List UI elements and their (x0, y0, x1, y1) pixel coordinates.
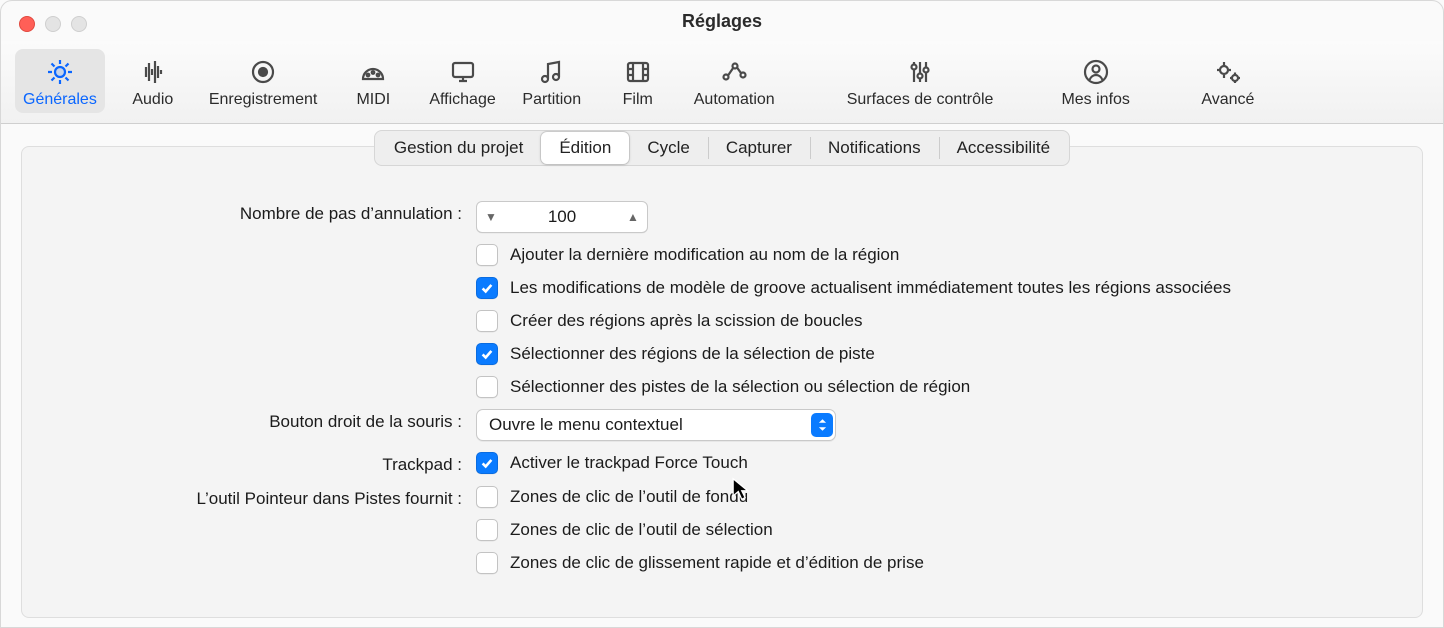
checkbox[interactable] (476, 519, 498, 541)
chk-select-regions[interactable]: Sélectionner des régions de la sélection… (476, 343, 1392, 365)
trackpad-label: Trackpad : (52, 452, 462, 475)
toolbar-item-label: Avancé (1201, 91, 1254, 109)
chk-label: Activer le trackpad Force Touch (510, 452, 748, 474)
toolbar-item-label: Mes infos (1061, 91, 1129, 109)
sliders-icon (903, 55, 937, 89)
toolbar-item-label: Générales (23, 91, 97, 109)
chk-label: Sélectionner des régions de la sélection… (510, 343, 875, 365)
chk-label: Les modifications de modèle de groove ac… (510, 277, 1231, 299)
gear-icon (43, 55, 77, 89)
right-mouse-value: Ouvre le menu contextuel (489, 415, 811, 435)
undo-steps-value: 100 (505, 207, 619, 227)
toolbar-item-surfaces[interactable]: Surfaces de contrôle (839, 49, 1002, 113)
chk-label: Ajouter la dernière modification au nom … (510, 244, 899, 266)
toolbar-item-label: Surfaces de contrôle (847, 91, 994, 109)
toolbar-item-midi[interactable]: MIDI (335, 49, 411, 113)
chk-label: Zones de clic de l’outil de sélection (510, 519, 773, 541)
prefs-toolbar: Générales Audio Enregistrement MIDI Affichag… (1, 41, 1443, 124)
notes-icon (535, 55, 569, 89)
toolbar-item-score[interactable]: Partition (514, 49, 590, 113)
tab-notif[interactable]: Notifications (810, 132, 939, 164)
chk-label: Zones de clic de l’outil de fondu (510, 486, 748, 508)
right-mouse-popup[interactable]: Ouvre le menu contextuel (476, 409, 836, 441)
prefs-panel: Gestion du projetÉditionCycleCapturerNot… (21, 146, 1423, 618)
chk-quick-swipe-zones[interactable]: Zones de clic de glissement rapide et d’… (476, 552, 1392, 574)
checkbox[interactable] (476, 552, 498, 574)
tab-edition[interactable]: Édition (541, 132, 629, 164)
toolbar-item-film[interactable]: Film (600, 49, 676, 113)
checkbox[interactable] (476, 343, 498, 365)
midi-icon (356, 55, 390, 89)
toolbar-item-label: Partition (522, 91, 581, 109)
chk-create-after-split[interactable]: Créer des régions après la scission de b… (476, 310, 1392, 332)
prefs-tabs: Gestion du projetÉditionCycleCapturerNot… (374, 130, 1070, 166)
right-mouse-label: Bouton droit de la souris : (52, 409, 462, 432)
toolbar-item-myinfo[interactable]: Mes infos (1053, 49, 1137, 113)
toolbar-item-record[interactable]: Enregistrement (201, 49, 326, 113)
popup-arrows-icon (811, 413, 833, 437)
tab-capture[interactable]: Capturer (708, 132, 810, 164)
chk-add-last-edit[interactable]: Ajouter la dernière modification au nom … (476, 244, 1392, 266)
toolbar-item-label: Film (623, 91, 653, 109)
undo-steps-label: Nombre de pas d’annulation : (52, 201, 462, 224)
chk-label: Zones de clic de glissement rapide et d’… (510, 552, 924, 574)
chk-force-touch[interactable]: Activer le trackpad Force Touch (476, 452, 748, 474)
titlebar: Réglages (1, 1, 1443, 41)
edition-form: Nombre de pas d’annulation : ▼ 100 ▲ Ajo… (22, 183, 1422, 574)
chk-fade-zones[interactable]: Zones de clic de l’outil de fondu (476, 486, 1392, 508)
film-icon (621, 55, 655, 89)
chk-label: Créer des régions après la scission de b… (510, 310, 862, 332)
toolbar-item-label: Enregistrement (209, 91, 318, 109)
toolbar-item-display[interactable]: Affichage (421, 49, 503, 113)
waveform-icon (136, 55, 170, 89)
tab-cycle[interactable]: Cycle (629, 132, 708, 164)
tab-project[interactable]: Gestion du projet (376, 132, 541, 164)
person-icon (1079, 55, 1113, 89)
content: Gestion du projetÉditionCycleCapturerNot… (1, 124, 1443, 618)
checkbox[interactable] (476, 244, 498, 266)
toolbar-item-label: MIDI (356, 91, 390, 109)
checkbox[interactable] (476, 376, 498, 398)
undo-steps-stepper[interactable]: ▼ 100 ▲ (476, 201, 648, 233)
toolbar-item-label: Audio (132, 91, 173, 109)
toolbar-item-general[interactable]: Générales (15, 49, 105, 113)
toolbar-item-audio[interactable]: Audio (115, 49, 191, 113)
checkbox[interactable] (476, 277, 498, 299)
chk-label: Sélectionner des pistes de la sélection … (510, 376, 970, 398)
stepper-decrease[interactable]: ▼ (477, 210, 505, 224)
settings-window: Réglages Générales Audio Enregistrement MID… (0, 0, 1444, 628)
chk-select-tracks[interactable]: Sélectionner des pistes de la sélection … (476, 376, 1392, 398)
window-title: Réglages (1, 11, 1443, 32)
checkbox[interactable] (476, 310, 498, 332)
checkbox[interactable] (476, 452, 498, 474)
checkbox[interactable] (476, 486, 498, 508)
stepper-increase[interactable]: ▲ (619, 210, 647, 224)
toolbar-item-automtn[interactable]: Automation (686, 49, 783, 113)
toolbar-item-label: Automation (694, 91, 775, 109)
monitor-icon (446, 55, 480, 89)
tab-access[interactable]: Accessibilité (939, 132, 1069, 164)
gears-icon (1211, 55, 1245, 89)
automation-icon (717, 55, 751, 89)
toolbar-item-advanced[interactable]: Avancé (1190, 49, 1266, 113)
chk-groove-update[interactable]: Les modifications de modèle de groove ac… (476, 277, 1392, 299)
chk-selection-zones[interactable]: Zones de clic de l’outil de sélection (476, 519, 1392, 541)
toolbar-item-label: Affichage (429, 91, 495, 109)
record-icon (246, 55, 280, 89)
pointer-label: L’outil Pointeur dans Pistes fournit : (52, 486, 462, 509)
